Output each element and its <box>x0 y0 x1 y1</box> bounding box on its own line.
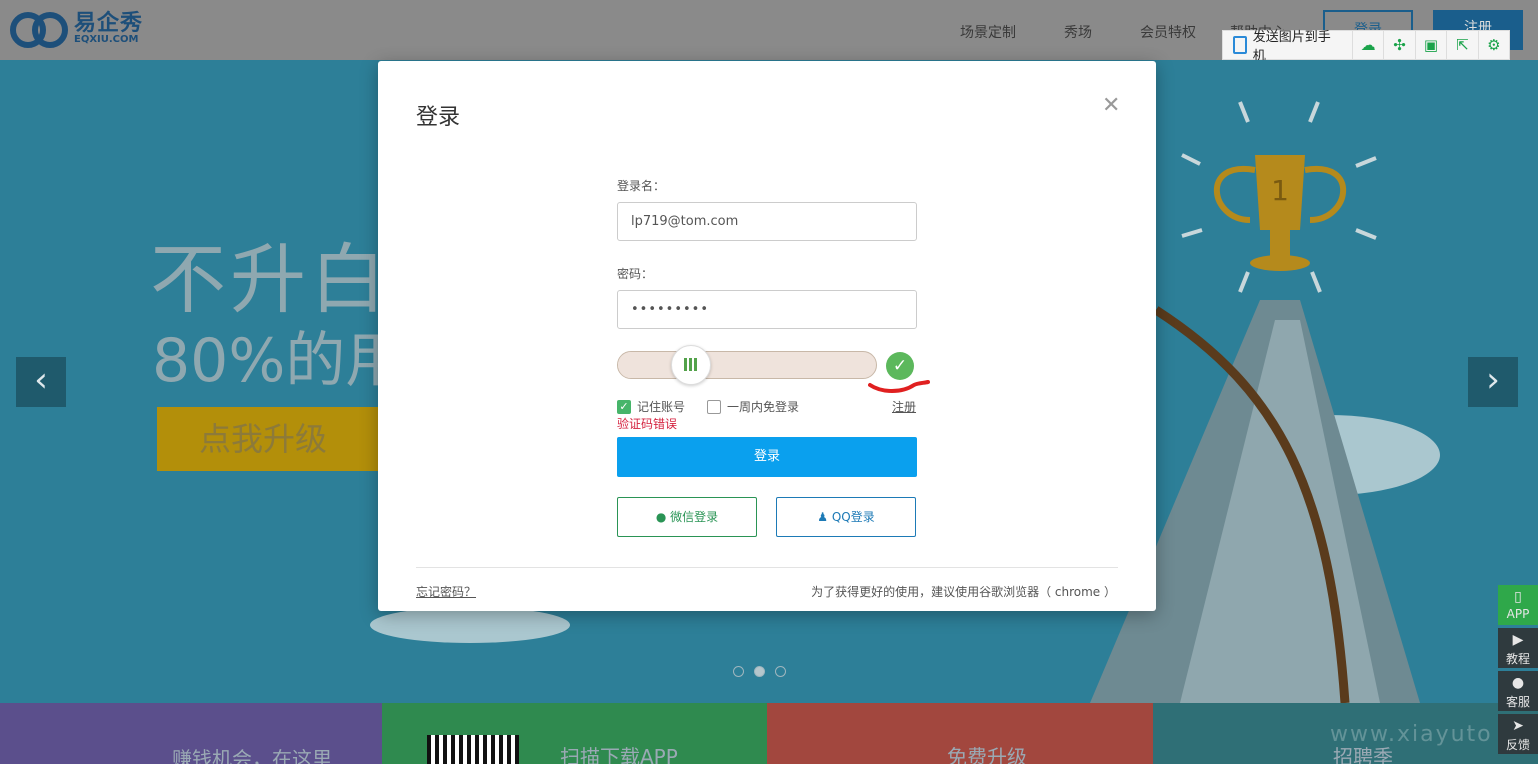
wechat-login-button[interactable]: ● 微信登录 <box>617 497 757 537</box>
chevron-right-icon: › <box>1486 360 1500 400</box>
promo-upgrade[interactable]: 免费升级 <box>767 703 1153 764</box>
username-label: 登录名： <box>617 179 666 193</box>
next-slide-button[interactable]: › <box>1468 357 1518 407</box>
promo-earn[interactable]: 赚钱机会，在这里 <box>0 703 382 764</box>
slide-dot-3[interactable] <box>775 666 786 677</box>
promo-app[interactable]: 扫描下载APP <box>382 703 767 764</box>
nav-scene-custom[interactable]: 场景定制 <box>960 22 1016 42</box>
nav-member[interactable]: 会员特权 <box>1140 22 1196 42</box>
side-tutorial-button[interactable]: ▶ 教程 <box>1498 628 1538 668</box>
week-autologin-checkbox[interactable] <box>707 400 721 414</box>
slider-captcha-track <box>617 351 877 379</box>
qq-login-button[interactable]: ♟ QQ登录 <box>776 497 916 537</box>
login-submit-button[interactable]: 登录 <box>617 437 917 477</box>
forgot-password-link[interactable]: 忘记密码？ <box>416 583 476 600</box>
logo-icon <box>10 12 68 48</box>
send-to-phone-button[interactable]: 发送图片到手机 <box>1223 30 1353 64</box>
side-feedback-button[interactable]: ➤ 反馈 <box>1498 714 1538 754</box>
login-modal: 登录 ✕ 登录名： lp719@tom.com 密码： ••••••••• ✓ … <box>378 61 1156 611</box>
slider-captcha-handle[interactable] <box>671 345 711 385</box>
share-icon[interactable]: ⇱ <box>1447 31 1479 59</box>
username-input[interactable]: lp719@tom.com <box>617 202 917 241</box>
svg-text:1: 1 <box>1271 174 1289 207</box>
browser-tip: 为了获得更好的使用，建议使用谷歌浏览器（ chrome ） <box>811 585 1116 599</box>
password-input[interactable]: ••••••••• <box>617 290 917 329</box>
nav-showcase[interactable]: 秀场 <box>1064 22 1092 42</box>
slide-indicators <box>733 666 786 677</box>
chevron-left-icon: ‹ <box>34 360 48 400</box>
slide-dot-1[interactable] <box>733 666 744 677</box>
upgrade-cta-button[interactable]: 点我升级 <box>157 407 397 471</box>
remember-account-checkbox[interactable]: ✓ <box>617 400 631 414</box>
qr-code-icon <box>427 735 519 764</box>
send-icon: ➤ <box>1512 718 1524 734</box>
wechat-icon: ● <box>655 510 667 524</box>
check-icon: ✓ <box>886 352 914 380</box>
slide-dot-2[interactable] <box>754 666 765 677</box>
expand-icon[interactable]: ✣ <box>1384 31 1416 59</box>
play-icon: ▶ <box>1512 632 1524 648</box>
phone-icon <box>1233 36 1247 54</box>
close-icon[interactable]: ✕ <box>1102 93 1120 118</box>
banner-subtitle: 80%的用 <box>152 326 406 396</box>
remember-account-label: 记住账号 <box>637 400 686 414</box>
logo-domain: EQXIU.COM <box>74 34 139 45</box>
logo-name: 易企秀 <box>74 11 144 36</box>
save-icon[interactable]: ▣ <box>1416 31 1448 59</box>
cloud-icon[interactable]: ☁ <box>1353 31 1385 59</box>
modal-divider <box>416 567 1118 568</box>
side-service-button[interactable]: ● 客服 <box>1498 671 1538 711</box>
watermark: www.xiayuto <box>1330 722 1493 747</box>
gear-icon[interactable]: ⚙ <box>1479 31 1509 59</box>
mobile-icon: ▯ <box>1514 589 1522 605</box>
modal-title: 登录 <box>416 105 461 130</box>
qq-icon: ♟ <box>817 510 829 524</box>
extension-toolbar: 发送图片到手机 ☁ ✣ ▣ ⇱ ⚙ <box>1222 30 1510 64</box>
register-link[interactable]: 注册 <box>892 398 916 415</box>
password-label: 密码： <box>617 267 654 281</box>
side-app-button[interactable]: ▯ APP <box>1498 585 1538 625</box>
site-logo[interactable]: 易企秀 EQXIU.COM <box>10 11 144 48</box>
user-icon: ● <box>1511 675 1525 691</box>
week-autologin-label: 一周内免登录 <box>727 400 800 414</box>
captcha-error-text: 验证码错误 <box>617 417 678 431</box>
prev-slide-button[interactable]: ‹ <box>16 357 66 407</box>
